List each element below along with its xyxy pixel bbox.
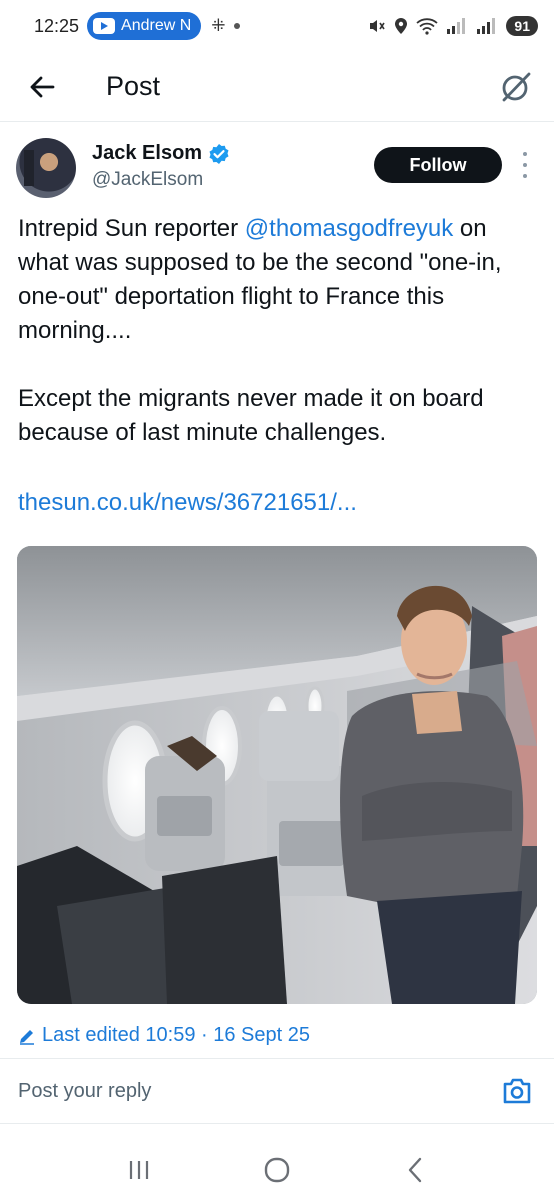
home-icon: [264, 1157, 290, 1183]
signal-icon-2: [477, 18, 496, 34]
battery-icon: 91: [506, 16, 538, 36]
pencil-icon: [20, 1029, 34, 1045]
home-button[interactable]: [257, 1150, 297, 1190]
camera-button[interactable]: [500, 1074, 534, 1108]
avatar[interactable]: [16, 138, 76, 198]
post-paragraph-2: Except the migrants never made it on boa…: [18, 385, 484, 446]
youtube-chip[interactable]: Andrew N: [87, 12, 202, 40]
signal-icon: [447, 18, 466, 34]
slack-icon: ⁜: [211, 16, 226, 35]
mention-link[interactable]: @thomasgodfreyuk: [245, 215, 453, 242]
back-nav-button[interactable]: [395, 1150, 435, 1190]
more-dot-icon: [523, 152, 527, 156]
airplane-cabin-photo: [17, 546, 537, 1004]
youtube-icon: [93, 18, 116, 34]
more-dot-icon: [523, 174, 527, 178]
post-image[interactable]: [17, 546, 537, 1004]
last-edited[interactable]: Last edited 10:59 · 16 Sept 25: [18, 1024, 310, 1047]
grok-button[interactable]: [496, 67, 536, 107]
post-author: Jack Elsom @JackElsom Follow: [16, 138, 538, 202]
status-icons: 91: [368, 16, 538, 36]
youtube-chip-label: Andrew N: [121, 17, 192, 34]
system-nav-bar: [0, 1140, 554, 1200]
post-text: Intrepid Sun reporter @thomasgodfreyuk o…: [18, 212, 538, 484]
last-edited-text: Last edited 10:59 · 16 Sept 25: [42, 1024, 310, 1046]
verified-badge-icon: [209, 143, 229, 164]
post-paragraph-1: Intrepid Sun reporter @thomasgodfreyuk o…: [18, 212, 538, 348]
reply-bar: Post your reply: [0, 1058, 554, 1124]
recent-apps-button[interactable]: [119, 1150, 159, 1190]
status-bar: 12:25 Andrew N ⁜ 91: [0, 0, 554, 52]
more-dot-icon: [523, 163, 527, 167]
text-before-mention: Intrepid Sun reporter: [18, 215, 245, 242]
camera-icon: [503, 1078, 531, 1104]
location-icon: [395, 18, 408, 34]
reply-input[interactable]: Post your reply: [18, 1080, 151, 1103]
status-time: 12:25: [34, 15, 80, 36]
arrow-left-icon: [30, 76, 55, 97]
mute-icon: [370, 20, 386, 32]
recent-apps-icon: [129, 1161, 149, 1179]
author-handle[interactable]: @JackElsom: [92, 169, 230, 191]
grok-icon: [502, 72, 531, 101]
author-name-row[interactable]: Jack Elsom: [92, 142, 230, 165]
chevron-left-icon: [408, 1157, 422, 1183]
wifi-icon: [416, 18, 439, 35]
page-title: Post: [106, 71, 161, 101]
notification-dot-icon: [233, 23, 240, 29]
author-name: Jack Elsom: [92, 142, 203, 164]
article-link[interactable]: thesun.co.uk/news/36721651/...: [18, 486, 357, 520]
back-button[interactable]: [22, 67, 62, 107]
more-options-button[interactable]: [518, 152, 532, 178]
post-header: Post: [0, 52, 554, 122]
follow-button[interactable]: Follow: [374, 147, 502, 183]
author-info: Jack Elsom @JackElsom: [92, 142, 230, 191]
